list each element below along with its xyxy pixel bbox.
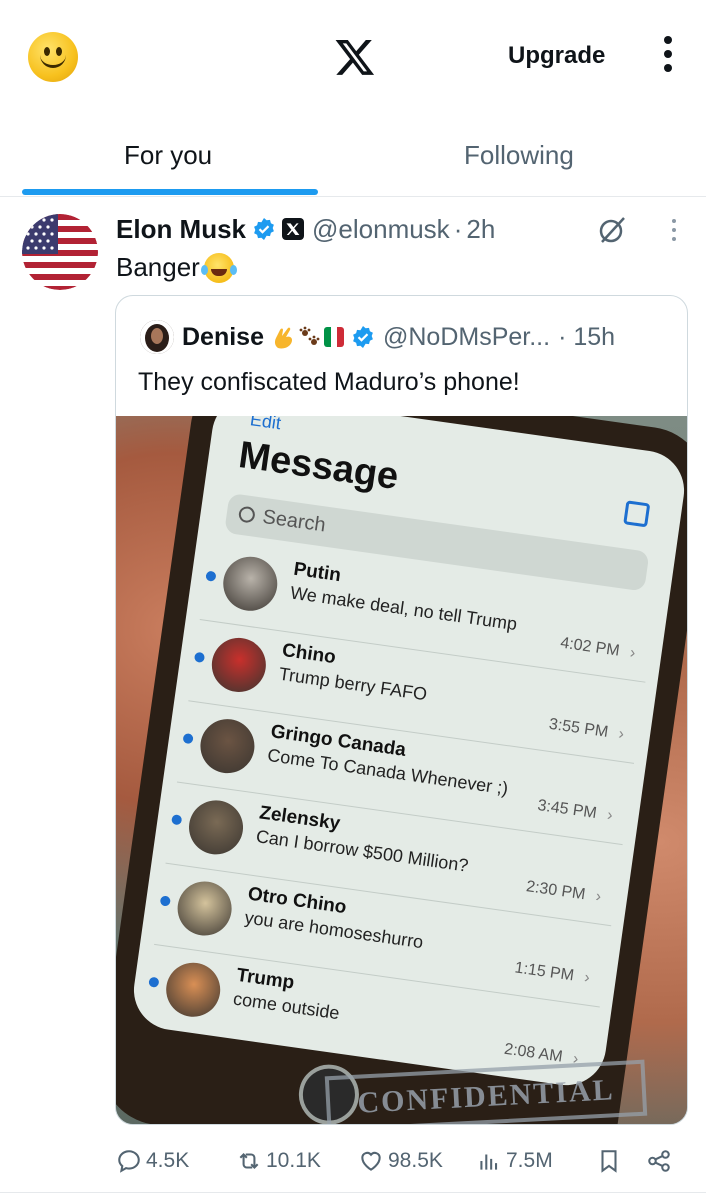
screen-edit-label: Edit [248,416,283,434]
phone-screen: Edit Message Search Putin We make deal, … [128,416,687,1091]
post-time[interactable]: 2h [466,214,495,245]
chevron-right-icon: › [606,806,614,825]
message-time: 2:08 AM [503,1040,564,1066]
repost-button[interactable]: 10.1K [236,1144,321,1178]
post-actions: 4.5K 10.1K 98.5K 7.5M [0,1138,706,1182]
message-preview: We make deal, no tell Trump [289,582,519,635]
share-icon [648,1150,670,1172]
quoted-post[interactable]: Denise @NoDMsPer... · 15h They confiscat… [115,295,688,1125]
active-tab-indicator [22,189,318,195]
quote-text: They confiscated Maduro’s phone! [138,368,520,396]
tab-following[interactable]: Following [464,140,574,171]
bookmark-button[interactable] [596,1144,626,1178]
unread-dot-icon [159,895,171,907]
message-preview: Can I borrow $500 Million? [254,826,470,876]
post-text: Banger [116,252,234,283]
top-bar: Upgrade [0,0,706,110]
message-preview: Trump berry FAFO [277,663,429,705]
views-count: 7.5M [506,1149,553,1172]
author-avatar[interactable] [22,214,98,290]
author-handle[interactable]: @elonmusk [312,214,450,245]
tab-for-you[interactable]: For you [124,140,212,171]
unread-dot-icon [182,732,194,745]
contact-avatar [196,715,258,777]
divider [0,1192,706,1193]
post-body: Banger [116,252,200,282]
separator-dot: · [558,322,567,351]
unread-dot-icon [171,814,183,826]
separator-dot: · [453,213,463,244]
pinching-hand-emoji-icon [274,327,292,349]
quote-author-avatar[interactable] [140,320,174,354]
repost-count: 10.1K [266,1149,321,1172]
affiliate-x-badge-icon [282,218,305,240]
chevron-right-icon: › [583,969,591,987]
message-time: 2:30 PM [525,878,587,904]
contact-avatar [208,634,270,696]
share-button[interactable] [646,1144,676,1178]
unread-dot-icon [193,651,206,664]
paw-prints-emoji-icon [299,326,320,345]
repost-icon [239,1153,259,1169]
chevron-right-icon: › [617,725,626,744]
timeline-tabs: For you Following [0,110,706,197]
post-header: Elon Musk @elonmusk · 2h [116,212,495,246]
reply-count: 4.5K [146,1149,190,1172]
italy-flag-icon [323,327,344,347]
message-time: 1:15 PM [513,959,575,985]
message-time: 4:02 PM [559,634,621,660]
message-time: 3:55 PM [547,715,610,741]
author-name[interactable]: Elon Musk [116,214,246,245]
quote-time[interactable]: 15h [573,323,615,351]
tears-of-joy-emoji-icon [200,252,234,283]
phone-photo: Edit Message Search Putin We make deal, … [116,416,687,1124]
profile-avatar-icon[interactable] [28,32,78,82]
unread-dot-icon [148,976,160,988]
quote-verified-badge-icon [353,326,373,348]
quote-author-name[interactable]: Denise [182,323,264,352]
more-vertical-icon[interactable] [661,36,675,78]
quote-author-handle[interactable]: @NoDMsPer... [383,323,550,352]
post-more-icon[interactable] [670,219,678,243]
upgrade-button[interactable]: Upgrade [508,42,605,70]
x-logo-icon [335,40,375,75]
views-chart-icon [480,1154,498,1170]
like-button[interactable]: 98.5K [358,1144,443,1178]
views-button[interactable]: 7.5M [476,1144,553,1178]
grok-icon[interactable] [596,214,628,246]
chevron-right-icon: › [628,644,637,662]
reply-icon [118,1150,140,1173]
contact-avatar [185,796,247,858]
unread-dot-icon [205,570,217,582]
contact-avatar [219,553,281,615]
contact-avatar [162,959,224,1021]
screen-title: Message [236,434,401,499]
verified-badge-icon [254,218,274,240]
compose-icon [623,500,651,528]
heart-icon [361,1151,381,1171]
reply-button[interactable]: 4.5K [116,1144,189,1178]
quote-header: Denise @NoDMsPer... · 15h [182,320,615,354]
like-count: 98.5K [388,1149,443,1172]
bookmark-icon [601,1150,617,1173]
quote-image[interactable]: Edit Message Search Putin We make deal, … [116,416,687,1124]
message-time: 3:45 PM [536,796,598,823]
name-emojis [272,324,375,350]
contact-avatar [174,878,236,940]
chevron-right-icon: › [594,887,603,906]
